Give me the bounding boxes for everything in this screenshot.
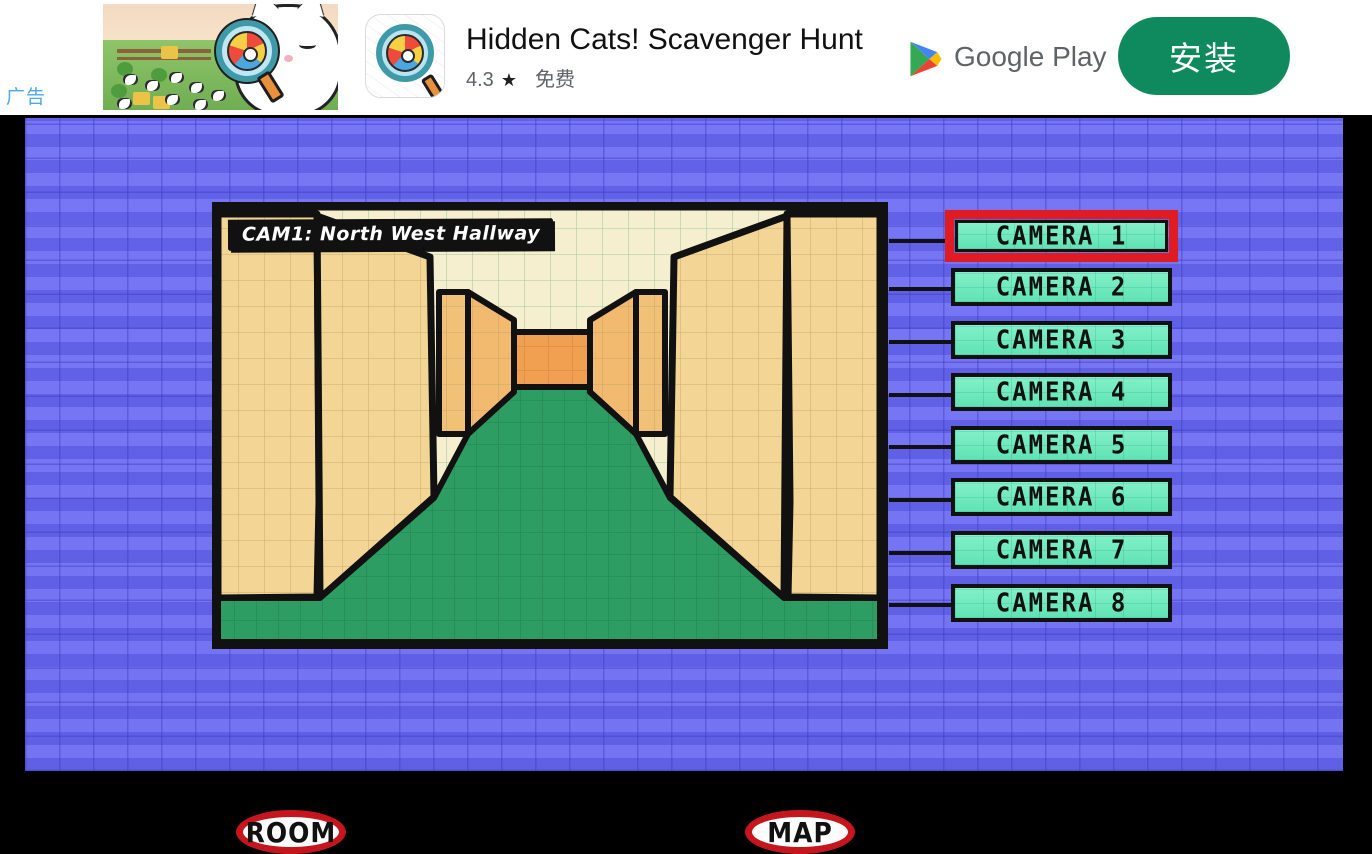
creative-cow (211, 90, 226, 101)
map-button-label: MAP (767, 815, 833, 849)
app-icon-magnifier-icon (376, 24, 434, 82)
letterbox-right (1343, 115, 1372, 771)
room-button-label: ROOM (245, 815, 337, 849)
camera-button-1-label: CAMERA 1 (995, 221, 1128, 251)
app-icon-beach-ball-icon (386, 34, 424, 72)
creative-cow (165, 94, 180, 105)
camera-button-3[interactable]: CAMERA 3 (951, 321, 1172, 359)
ad-disclosure-label: 广告 (6, 86, 47, 108)
ad-creative-image[interactable] (103, 4, 338, 110)
camera-connector-line (889, 340, 959, 344)
creative-bush (111, 84, 127, 98)
camera-button-1[interactable]: CAMERA 1 (945, 210, 1178, 262)
camera-button-6-label: CAMERA 6 (995, 482, 1128, 512)
camera-button-7[interactable]: CAMERA 7 (951, 531, 1172, 569)
camera-title-label: CAM1: North West Hallway (228, 219, 554, 251)
camera-connector-line (889, 445, 959, 449)
cat-eye-icon (299, 41, 316, 49)
advertisement-banner[interactable]: 广告 Hidden Cats! Scavenger Hunt 4.3 ★ 免费 … (0, 0, 1372, 115)
app-price: 免费 (534, 69, 575, 91)
camera-connector-line (889, 551, 959, 555)
camera-button-8[interactable]: CAMERA 8 (951, 584, 1172, 622)
cat-ear-icon (246, 4, 280, 18)
creative-haystack (161, 46, 178, 59)
creative-cow (169, 72, 184, 83)
cat-nose-icon (284, 55, 293, 62)
camera-connector-line (889, 393, 959, 397)
google-play-label: Google Play (954, 41, 1107, 72)
camera-connector-line (889, 498, 959, 502)
camera-feed-viewport[interactable] (212, 202, 888, 649)
app-rating-value: 4.3 (466, 69, 494, 91)
camera-button-4[interactable]: CAMERA 4 (951, 373, 1172, 411)
camera-button-5-label: CAMERA 5 (995, 430, 1128, 460)
map-button[interactable]: MAP (745, 810, 855, 854)
camera-connector-line (889, 603, 959, 607)
room-button[interactable]: ROOM (236, 810, 346, 854)
camera-button-3-label: CAMERA 3 (995, 325, 1128, 355)
letterbox-left (0, 115, 25, 771)
camera-button-5[interactable]: CAMERA 5 (951, 426, 1172, 464)
camera-button-2[interactable]: CAMERA 2 (951, 268, 1172, 306)
beach-ball-icon (227, 31, 267, 71)
camera-button-1-inner: CAMERA 1 (955, 220, 1168, 252)
app-icon[interactable] (365, 14, 445, 98)
app-title: Hidden Cats! Scavenger Hunt (466, 23, 863, 56)
camera-connector-line (889, 287, 959, 291)
app-meta: 4.3 ★ 免费 (466, 63, 575, 92)
camera-button-8-label: CAMERA 8 (995, 588, 1128, 618)
camera-button-2-label: CAMERA 2 (995, 272, 1128, 302)
creative-cow (117, 98, 132, 109)
camera-connector-line (889, 239, 953, 243)
game-screen: CAM1: North West Hallway CAMERA 1 CAMERA… (0, 115, 1372, 854)
creative-cow (189, 82, 204, 93)
camera-button-4-label: CAMERA 4 (995, 377, 1128, 407)
creative-cow (123, 74, 138, 85)
creative-cow (193, 99, 208, 110)
star-icon: ★ (500, 70, 517, 90)
camera-button-6[interactable]: CAMERA 6 (951, 478, 1172, 516)
camera-button-7-label: CAMERA 7 (995, 535, 1128, 565)
creative-haystack (133, 92, 150, 105)
install-button[interactable]: 安装 (1118, 17, 1290, 95)
creative-cow (145, 80, 160, 91)
google-play-icon (910, 41, 942, 77)
